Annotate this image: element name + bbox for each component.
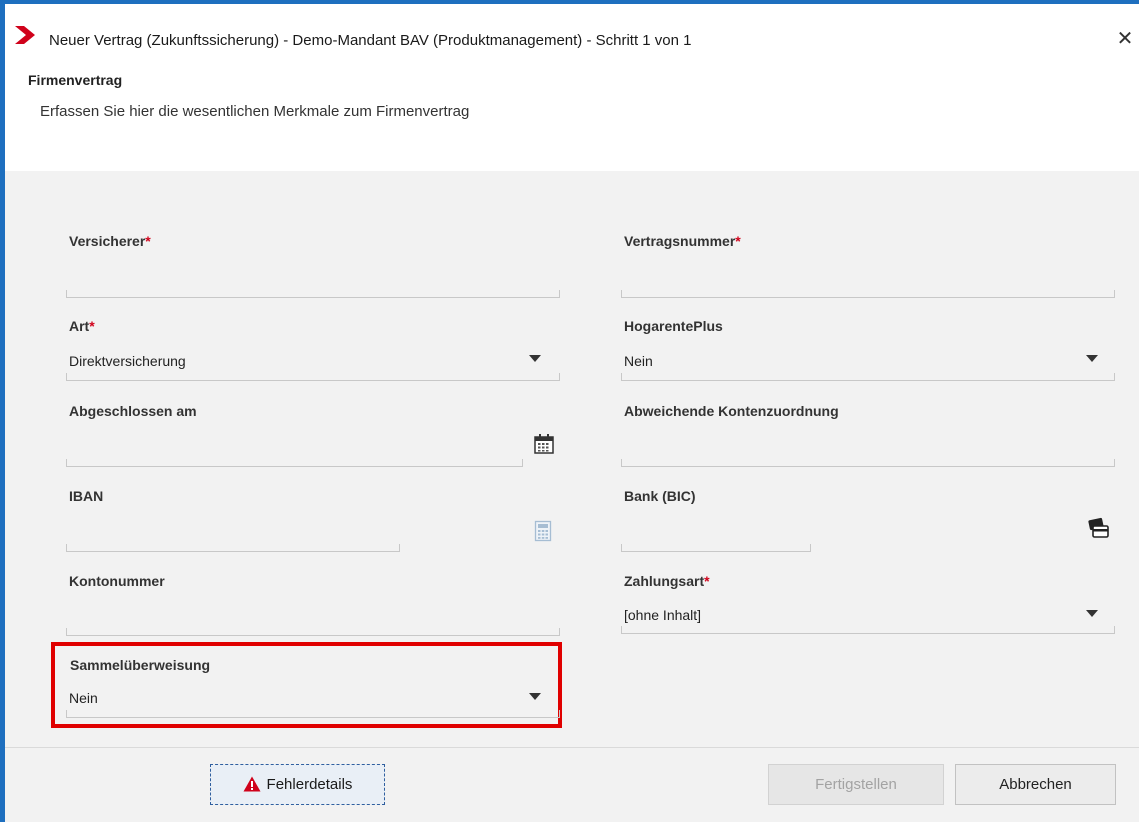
abweichende-kontenzuordnung-underline [621, 459, 1115, 467]
window-title: Neuer Vertrag (Zukunftssicherung) - Demo… [49, 32, 692, 49]
bank-bic-underline [621, 544, 811, 552]
abgeschlossen-am-label: Abgeschlossen am [69, 403, 197, 419]
art-label: Art* [69, 318, 95, 334]
sammelueberweisung-label: Sammelüberweisung [70, 657, 211, 673]
vertragsnummer-underline [621, 290, 1115, 298]
title-bar: Neuer Vertrag (Zukunftssicherung) - Demo… [5, 4, 1139, 60]
versicherer-underline [66, 290, 560, 298]
abgeschlossen-am-underline [66, 459, 523, 467]
sammelueberweisung-underline [66, 710, 560, 718]
zahlungsart-label: Zahlungsart* [624, 573, 710, 589]
versicherer-label: Versicherer* [69, 233, 151, 249]
kontonummer-label: Kontonummer [69, 573, 165, 589]
vertragsnummer-label: Vertragsnummer* [624, 233, 741, 249]
app-logo-icon [15, 26, 35, 44]
close-icon: ✕ [1116, 28, 1134, 50]
fehlerdetails-button[interactable]: Fehlerdetails [210, 764, 385, 805]
hogarenteplus-label: HogarentePlus [624, 318, 723, 334]
kontonummer-underline [66, 628, 560, 636]
art-underline [66, 373, 560, 381]
fehlerdetails-label: Fehlerdetails [266, 776, 353, 793]
abbrechen-button[interactable]: Abbrechen [955, 764, 1116, 805]
abweichende-kontenzuordnung-label: Abweichende Kontenzuordnung [624, 403, 839, 419]
abbrechen-label: Abbrechen [999, 776, 1072, 793]
calendar-icon[interactable] [533, 433, 555, 455]
fertigstellen-label: Fertigstellen [815, 776, 897, 793]
bank-bic-label: Bank (BIC) [624, 488, 696, 504]
section-title: Firmenvertrag [28, 72, 123, 88]
section-description: Erfassen Sie hier die wesentlichen Merkm… [40, 103, 470, 120]
iban-underline [66, 544, 400, 552]
iban-label: IBAN [69, 488, 104, 504]
zahlungsart-underline [621, 626, 1115, 634]
bank-cards-icon[interactable] [1086, 517, 1110, 539]
calculator-icon[interactable] [534, 520, 552, 542]
close-button[interactable]: ✕ [1110, 24, 1139, 54]
hogarenteplus-underline [621, 373, 1115, 381]
fertigstellen-button[interactable]: Fertigstellen [768, 764, 944, 805]
warning-icon [243, 776, 261, 792]
